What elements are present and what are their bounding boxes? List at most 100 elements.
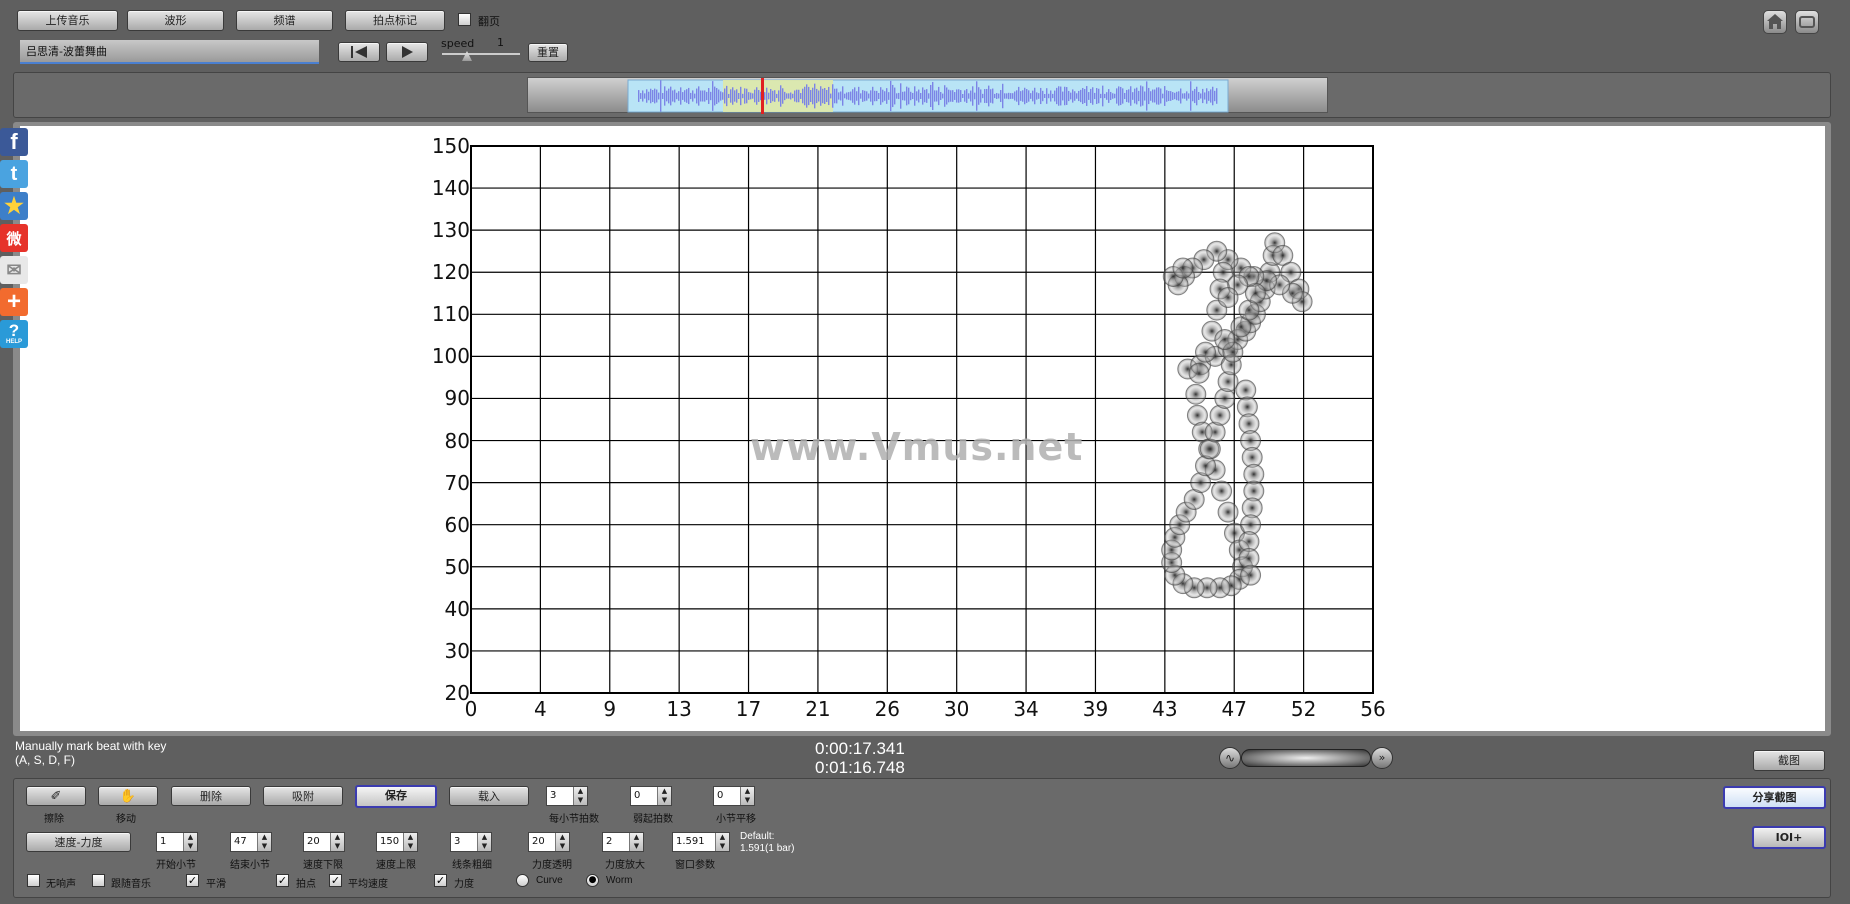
y-tick-label: 40 — [444, 596, 470, 621]
x-tick-label: 34 — [1013, 697, 1039, 721]
facebook-icon[interactable]: f — [0, 128, 28, 156]
stepper-arrows-icon[interactable]: ▲ ▼ — [573, 787, 587, 805]
time-current: 0:00:17.341 — [815, 739, 905, 758]
window-param-stepper[interactable]: 1.591 ▲ ▼ — [672, 832, 730, 852]
bar-shift-label: 小节平移 — [716, 814, 756, 825]
no-sound-checkbox[interactable] — [27, 874, 40, 887]
dynamics-label: 力度 — [454, 879, 474, 890]
end-bar-stepper[interactable]: 47 ▲ ▼ — [230, 832, 272, 852]
favorite-star-icon[interactable]: ★ — [0, 192, 28, 220]
x-tick-label: 56 — [1360, 697, 1386, 721]
stepper-arrows-icon[interactable]: ▲ ▼ — [740, 787, 754, 805]
tempo-max-label: 速度上限 — [376, 860, 416, 871]
plot-frame — [470, 145, 1374, 694]
y-tick-label: 60 — [444, 512, 470, 537]
y-tick-label: 70 — [444, 470, 470, 495]
worm-point — [1194, 341, 1216, 363]
stepper-arrows-icon[interactable]: ▲ ▼ — [257, 833, 271, 851]
beats-per-bar-stepper[interactable]: 3 ▲ ▼ — [546, 786, 588, 806]
dynamics-scale-label: 力度放大 — [605, 860, 645, 871]
hint-line-1: Manually mark beat with key — [15, 739, 167, 753]
stepper-arrows-icon[interactable]: ▲ ▼ — [629, 833, 643, 851]
screenshot-button[interactable]: 截图 — [1753, 750, 1825, 771]
bar-shift-stepper[interactable]: 0 ▲ ▼ — [713, 786, 755, 806]
stepper-arrows-icon[interactable]: ▲ ▼ — [555, 833, 569, 851]
upbeat-label: 弱起拍数 — [633, 814, 673, 825]
save-button[interactable]: 保存 — [355, 785, 437, 808]
time-total: 0:01:16.748 — [815, 758, 905, 777]
worm-point — [1217, 501, 1239, 523]
worm-point — [1185, 383, 1207, 405]
move-button[interactable]: ✋ — [98, 786, 158, 806]
y-tick-label: 50 — [444, 554, 470, 579]
line-width-label: 线条粗细 — [452, 860, 492, 871]
dynamics-alpha-stepper[interactable]: 20 ▲ ▼ — [528, 832, 570, 852]
x-tick-label: 21 — [805, 697, 831, 721]
help-icon[interactable]: ? HELP — [0, 320, 28, 348]
hint-line-2: (A, S, D, F) — [15, 753, 75, 767]
stepper-arrows-icon[interactable]: ▲ ▼ — [715, 833, 729, 851]
dynamics-scale-stepper[interactable]: 2 ▲ ▼ — [602, 832, 644, 852]
upbeat-stepper[interactable]: 0 ▲ ▼ — [630, 786, 672, 806]
smooth-checkbox[interactable]: ✓ — [186, 874, 199, 887]
worm-point — [1172, 257, 1194, 279]
load-button[interactable]: 载入 — [449, 786, 529, 806]
ioi-button[interactable]: IOI+ — [1752, 826, 1826, 849]
worm-label: Worm — [606, 875, 633, 886]
y-tick-label: 100 — [431, 344, 470, 369]
y-tick-label: 30 — [444, 638, 470, 663]
stepper-arrows-icon[interactable]: ▲ ▼ — [183, 833, 197, 851]
add-share-icon[interactable]: + — [0, 288, 28, 316]
tempo-min-label: 速度下限 — [303, 860, 343, 871]
window-param-label: 窗口参数 — [675, 860, 715, 871]
dynamics-checkbox[interactable]: ✓ — [434, 874, 447, 887]
x-tick-label: 52 — [1290, 697, 1317, 721]
x-tick-label: 39 — [1082, 697, 1109, 721]
x-tick-label: 4 — [534, 697, 547, 721]
avg-tempo-checkbox[interactable]: ✓ — [329, 874, 342, 887]
delete-button[interactable]: 删除 — [171, 786, 251, 806]
tempo-min-stepper[interactable]: 20 ▲ ▼ — [303, 832, 345, 852]
volume-low-icon[interactable]: ∿ — [1219, 747, 1241, 769]
x-tick-label: 30 — [943, 697, 970, 721]
snap-button[interactable]: 吸附 — [263, 786, 343, 806]
worm-radio[interactable]: ● — [586, 874, 599, 887]
start-bar-stepper[interactable]: 1 ▲ ▼ — [156, 832, 198, 852]
follow-music-checkbox[interactable] — [92, 874, 105, 887]
weibo-icon[interactable]: 微 — [0, 224, 28, 252]
x-tick-label: 9 — [603, 697, 617, 721]
share-screenshot-button[interactable]: 分享截图 — [1723, 786, 1826, 809]
stepper-arrows-icon[interactable]: ▲ ▼ — [657, 787, 671, 805]
tempo-max-stepper[interactable]: 150 ▲ ▼ — [376, 832, 418, 852]
erase-button[interactable]: ✐ — [26, 786, 86, 806]
start-bar-label: 开始小节 — [156, 860, 196, 871]
twitter-icon[interactable]: t — [0, 160, 28, 188]
watermark: www.Vmus.net — [750, 425, 1084, 469]
tempo-dynamics-chart[interactable] — [0, 0, 1850, 760]
stepper-arrows-icon[interactable]: ▲ ▼ — [330, 833, 344, 851]
y-tick-label: 80 — [444, 428, 470, 453]
beat-point-label: 拍点 — [296, 879, 316, 890]
curve-radio[interactable] — [516, 874, 529, 887]
x-tick-label: 26 — [874, 697, 901, 721]
email-icon[interactable]: ✉ — [0, 256, 28, 284]
eraser-icon: ✐ — [50, 789, 62, 804]
beat-point-checkbox[interactable]: ✓ — [276, 874, 289, 887]
tempo-dynamics-button[interactable]: 速度-力度 — [26, 832, 131, 852]
worm-point — [1188, 362, 1210, 384]
no-sound-label: 无响声 — [46, 879, 76, 890]
line-width-stepper[interactable]: 3 ▲ ▼ — [450, 832, 492, 852]
volume-slider[interactable] — [1241, 749, 1371, 767]
follow-music-label: 跟随音乐 — [111, 879, 151, 890]
dynamics-alpha-label: 力度透明 — [532, 860, 572, 871]
tempo-worm — [1161, 232, 1313, 599]
chart-grid — [470, 145, 1374, 694]
y-tick-label: 150 — [431, 134, 470, 158]
stepper-arrows-icon[interactable]: ▲ ▼ — [477, 833, 491, 851]
x-tick-label: 17 — [735, 697, 762, 721]
hand-icon: ✋ — [119, 789, 137, 804]
volume-high-icon[interactable]: » — [1371, 747, 1393, 769]
stepper-arrows-icon[interactable]: ▲ ▼ — [403, 833, 417, 851]
x-tick-label: 47 — [1221, 697, 1247, 721]
x-tick-label: 43 — [1152, 697, 1178, 721]
